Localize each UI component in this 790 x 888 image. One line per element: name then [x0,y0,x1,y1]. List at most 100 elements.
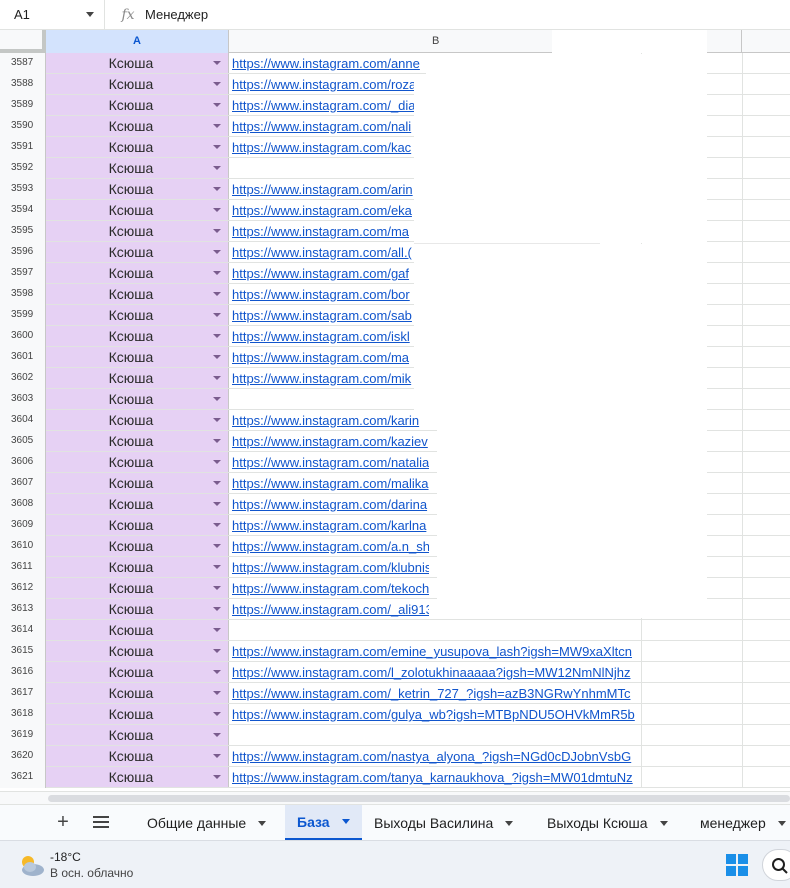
dropdown-arrow-icon[interactable] [213,565,221,569]
dropdown-arrow-icon[interactable] [213,103,221,107]
dropdown-arrow-icon[interactable] [213,754,221,758]
dropdown-arrow-icon[interactable] [213,586,221,590]
row-number[interactable]: 3600 [0,326,46,347]
sheet-tab-active[interactable]: База [285,805,362,841]
row-number[interactable]: 3619 [0,725,46,746]
dropdown-arrow-icon[interactable] [213,166,221,170]
row-number[interactable]: 3615 [0,641,46,662]
scrollbar-thumb[interactable] [48,795,790,802]
link-cell[interactable]: https://www.instagram.com/ma [229,347,429,367]
instagram-link[interactable]: https://www.instagram.com/anne [232,56,420,71]
manager-cell[interactable]: Ксюша [46,725,229,745]
manager-cell[interactable]: Ксюша [46,326,229,346]
row-number[interactable]: 3613 [0,599,46,620]
row-number[interactable]: 3606 [0,452,46,473]
formula-input[interactable]: Менеджер [145,7,208,22]
all-sheets-menu-icon[interactable] [93,816,109,828]
link-cell[interactable]: https://www.instagram.com/sab [229,305,429,325]
link-cell[interactable]: https://www.instagram.com/kaziev [229,431,429,451]
manager-cell[interactable]: Ксюша [46,263,229,283]
dropdown-arrow-icon[interactable] [213,376,221,380]
instagram-link[interactable]: https://www.instagram.com/tanya_karnaukh… [232,770,633,785]
dropdown-arrow-icon[interactable] [213,649,221,653]
dropdown-arrow-icon[interactable] [213,691,221,695]
row-number[interactable]: 3591 [0,137,46,158]
manager-cell[interactable]: Ксюша [46,389,229,409]
row-number[interactable]: 3621 [0,767,46,788]
instagram-link[interactable]: https://www.instagram.com/arin [232,182,413,197]
manager-cell[interactable]: Ксюша [46,767,229,787]
dropdown-arrow-icon[interactable] [213,61,221,65]
row-number[interactable]: 3594 [0,200,46,221]
link-cell[interactable]: https://www.instagram.com/roza_ [229,74,429,94]
instagram-link[interactable]: https://www.instagram.com/kac [232,140,411,155]
row-number[interactable]: 3612 [0,578,46,599]
dropdown-arrow-icon[interactable] [213,733,221,737]
link-cell[interactable]: https://www.instagram.com/kac [229,137,429,157]
dropdown-arrow-icon[interactable] [213,334,221,338]
instagram-link[interactable]: https://www.instagram.com/natalia [232,455,429,470]
link-cell[interactable]: https://www.instagram.com/emine_yusupova… [229,641,639,661]
manager-cell[interactable]: Ксюша [46,641,229,661]
row-number[interactable]: 3617 [0,683,46,704]
row-number[interactable]: 3589 [0,95,46,116]
row-number[interactable]: 3598 [0,284,46,305]
dropdown-arrow-icon[interactable] [213,712,221,716]
column-header-a[interactable]: A [46,30,229,53]
link-cell[interactable]: https://www.instagram.com/klubnis [229,557,429,577]
instagram-link[interactable]: https://www.instagram.com/l_zolotukhinaa… [232,665,630,680]
dropdown-arrow-icon[interactable] [213,607,221,611]
manager-cell[interactable]: Ксюша [46,179,229,199]
row-number[interactable]: 3597 [0,263,46,284]
link-cell[interactable]: https://www.instagram.com/gaf [229,263,429,283]
cloudy-weather-icon[interactable] [16,851,46,879]
instagram-link[interactable]: https://www.instagram.com/tekochi [232,581,429,596]
manager-cell[interactable]: Ксюша [46,578,229,598]
instagram-link[interactable]: https://www.instagram.com/emine_yusupova… [232,644,632,659]
chevron-down-icon[interactable] [659,820,668,826]
link-cell[interactable]: https://www.instagram.com/karlna [229,515,429,535]
link-cell[interactable]: https://www.instagram.com/a.n_sh [229,536,429,556]
link-cell[interactable]: https://www.instagram.com/anne [229,53,429,73]
dropdown-arrow-icon[interactable] [213,775,221,779]
link-cell[interactable]: https://www.instagram.com/tekochi [229,578,429,598]
dropdown-arrow-icon[interactable] [213,670,221,674]
select-all-corner[interactable] [0,30,46,53]
dropdown-arrow-icon[interactable] [213,355,221,359]
link-cell[interactable]: https://www.instagram.com/l_zolotukhinaa… [229,662,639,682]
dropdown-arrow-icon[interactable] [213,523,221,527]
link-cell[interactable]: https://www.instagram.com/iskl [229,326,429,346]
row-number[interactable]: 3593 [0,179,46,200]
manager-cell[interactable]: Ксюша [46,221,229,241]
dropdown-arrow-icon[interactable] [213,82,221,86]
row-number[interactable]: 3601 [0,347,46,368]
manager-cell[interactable]: Ксюша [46,368,229,388]
instagram-link[interactable]: https://www.instagram.com/eka [232,203,412,218]
dropdown-arrow-icon[interactable] [213,460,221,464]
instagram-link[interactable]: https://www.instagram.com/gulya_wb?igsh=… [232,707,635,722]
manager-cell[interactable]: Ксюша [46,536,229,556]
row-number[interactable]: 3605 [0,431,46,452]
link-cell[interactable]: https://www.instagram.com/_dia [229,95,429,115]
link-cell[interactable]: https://www.instagram.com/mik [229,368,429,388]
manager-cell[interactable]: Ксюша [46,305,229,325]
instagram-link[interactable]: https://www.instagram.com/_ketrin_727_?i… [232,686,630,701]
dropdown-arrow-icon[interactable] [213,208,221,212]
manager-cell[interactable]: Ксюша [46,515,229,535]
row-number[interactable]: 3592 [0,158,46,179]
instagram-link[interactable]: https://www.instagram.com/malika [232,476,429,491]
instagram-link[interactable]: https://www.instagram.com/karlna [232,518,426,533]
dropdown-arrow-icon[interactable] [213,502,221,506]
chevron-down-icon[interactable] [258,820,267,826]
dropdown-arrow-icon[interactable] [213,292,221,296]
manager-cell[interactable]: Ксюша [46,347,229,367]
column-header-c[interactable] [742,30,790,53]
instagram-link[interactable]: https://www.instagram.com/nastya_alyona_… [232,749,631,764]
row-number[interactable]: 3587 [0,53,46,74]
link-cell[interactable] [229,725,429,745]
add-sheet-icon[interactable]: + [52,811,74,833]
dropdown-arrow-icon[interactable] [213,313,221,317]
link-cell[interactable]: https://www.instagram.com/eka [229,200,429,220]
link-cell[interactable]: https://www.instagram.com/_ketrin_727_?i… [229,683,639,703]
dropdown-arrow-icon[interactable] [213,628,221,632]
